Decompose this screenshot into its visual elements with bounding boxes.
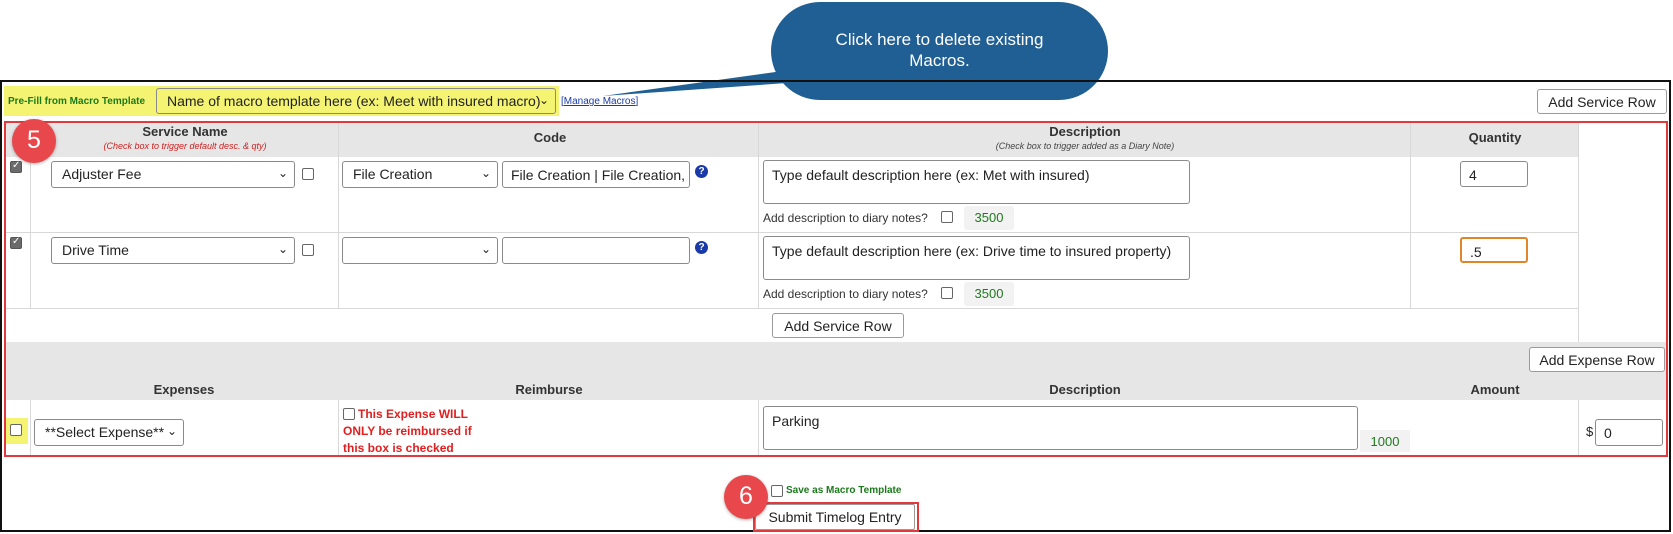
manage-macros-link[interactable]: [Manage Macros] — [561, 96, 638, 107]
save-macro-checkbox[interactable] — [771, 485, 783, 497]
prefill-label: Pre-Fill from Macro Template — [8, 96, 146, 107]
add-service-row-button-top[interactable]: Add Service Row — [1537, 89, 1667, 114]
macro-template-select[interactable]: Name of macro template here (ex: Meet wi… — [156, 88, 556, 114]
step5-highlight-box — [4, 121, 1668, 457]
macro-template-select-value: Name of macro template here (ex: Meet wi… — [167, 93, 541, 109]
save-macro-label: Save as Macro Template — [786, 485, 902, 496]
chevron-down-icon: ⌄ — [538, 93, 549, 107]
step5-marker: 5 — [12, 119, 56, 163]
callout-text: Click here to delete existing Macros. — [835, 30, 1044, 70]
step6-highlight-box — [753, 502, 919, 532]
step6-marker: 6 — [724, 475, 768, 519]
